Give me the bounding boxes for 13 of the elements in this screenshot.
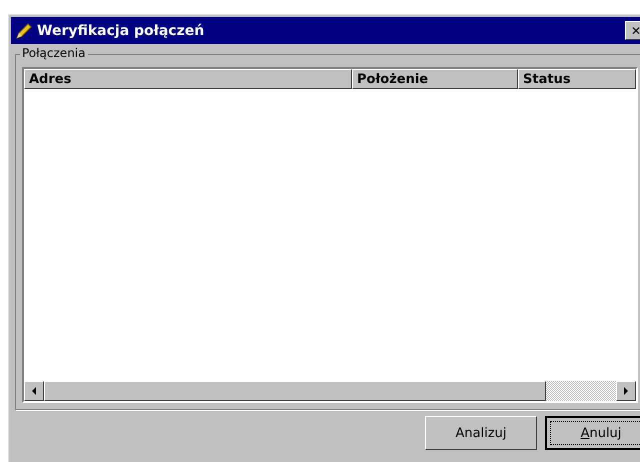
scroll-right-icon[interactable] <box>616 381 636 401</box>
column-header[interactable]: Status <box>518 69 636 89</box>
close-button[interactable]: ✕ <box>625 21 640 40</box>
scroll-left-icon[interactable] <box>24 381 44 401</box>
dialog-button[interactable]: Anuluj <box>545 416 640 450</box>
pencil-icon <box>15 22 33 40</box>
window-title: Weryfikacja połączeń <box>37 22 206 38</box>
group-label: Połączenia <box>20 46 88 60</box>
scroll-thumb[interactable] <box>44 381 546 401</box>
horizontal-scrollbar[interactable] <box>24 381 636 401</box>
column-header[interactable]: Adres <box>24 69 352 89</box>
dialog-button[interactable]: Analizuj <box>425 416 537 450</box>
column-header[interactable]: Położenie <box>352 69 518 89</box>
